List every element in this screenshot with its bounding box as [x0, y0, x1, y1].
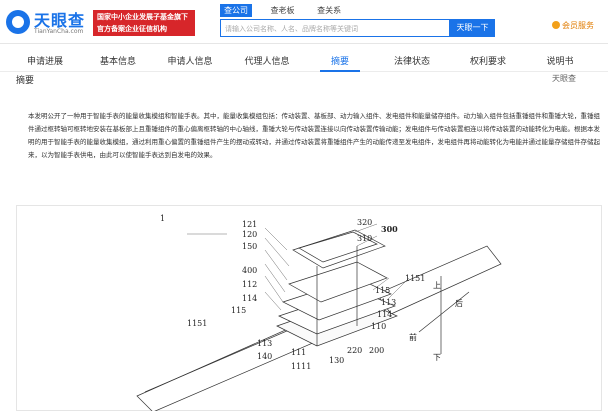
label-120: 120 [242, 230, 258, 239]
tab-abstract[interactable]: 摘要 [320, 52, 360, 72]
patent-tabs: 申请进展 基本信息 申请人信息 代理人信息 摘要 法律状态 权利要求 说明书 [0, 52, 608, 72]
label-115-right: 115 [375, 286, 391, 295]
label-110: 110 [371, 322, 387, 331]
patent-figure: 1 121 120 150 400 112 114 115 1151 113 1… [16, 205, 602, 411]
top-header: 天眼查 TianYanCha.com 国家中小企业发展子基金旗下 官方备案企业征… [0, 0, 608, 44]
logo-mark-icon [6, 10, 30, 34]
member-label: 会员服务 [562, 21, 594, 30]
label-115-left: 115 [231, 306, 247, 315]
tianyancha-watermark: 天眼查 [552, 74, 576, 83]
smartwatch-exploded-diagram [136, 223, 502, 411]
label-1: 1 [160, 214, 166, 223]
search-input[interactable]: 请输入公司名称、人名、品牌名称等关键词 [220, 19, 450, 37]
label-112: 112 [242, 280, 258, 289]
axis-label-down: 下 [433, 353, 441, 362]
tab-applicant-info[interactable]: 申请人信息 [160, 52, 220, 72]
search-tab-company[interactable]: 查公司 [220, 4, 252, 17]
label-114-left: 114 [242, 294, 258, 303]
abstract-text: 本发明公开了一种用于智能手表的能量收集模组和智能手表。其中，能量收集模组包括：传… [28, 112, 600, 159]
abstract-heading: 摘要 [16, 76, 35, 86]
crown-icon [552, 21, 560, 29]
label-220: 220 [347, 346, 363, 355]
search-button[interactable]: 天眼一下 [450, 19, 495, 37]
label-121: 121 [242, 220, 258, 229]
label-113-left: 113 [257, 339, 273, 348]
label-1151-left: 1151 [187, 319, 208, 328]
tianyancha-logo[interactable]: 天眼查 TianYanCha.com [6, 7, 92, 37]
tab-application-progress[interactable]: 申请进展 [16, 52, 74, 72]
label-114-right: 114 [377, 310, 393, 319]
label-310: 310 [357, 234, 373, 243]
tab-claims[interactable]: 权利要求 [462, 52, 514, 72]
logo-subtitle: TianYanCha.com [34, 28, 84, 35]
axis-label-front: 前 [409, 333, 417, 342]
label-400: 400 [242, 266, 258, 275]
label-111: 111 [291, 348, 307, 357]
search-type-tabs: 查公司 查老板 查关系 [220, 4, 357, 18]
government-badge: 国家中小企业发展子基金旗下 官方备案企业征信机构 [93, 10, 195, 36]
label-200: 200 [369, 346, 385, 355]
tab-agent-info[interactable]: 代理人信息 [234, 52, 300, 72]
tab-basic-info[interactable]: 基本信息 [88, 52, 148, 72]
gov-badge-line2: 官方备案企业征信机构 [97, 25, 167, 33]
label-320: 320 [357, 218, 373, 227]
label-1111: 1111 [291, 362, 312, 371]
label-300: 300 [381, 224, 398, 234]
tab-legal-status[interactable]: 法律状态 [386, 52, 438, 72]
search-tab-relation[interactable]: 查关系 [313, 4, 345, 17]
tab-description[interactable]: 说明书 [540, 52, 580, 72]
search-tab-boss[interactable]: 查老板 [267, 4, 299, 17]
label-1151-right: 1151 [405, 274, 426, 283]
axis-label-up: 上 [433, 281, 441, 290]
label-113-right: 113 [381, 298, 397, 307]
label-150: 150 [242, 242, 258, 251]
gov-badge-line1: 国家中小企业发展子基金旗下 [97, 13, 188, 21]
label-140: 140 [257, 352, 273, 361]
label-130: 130 [329, 356, 345, 365]
member-service-link[interactable]: 会员服务 [552, 20, 594, 31]
axis-label-back: 后 [455, 299, 463, 308]
